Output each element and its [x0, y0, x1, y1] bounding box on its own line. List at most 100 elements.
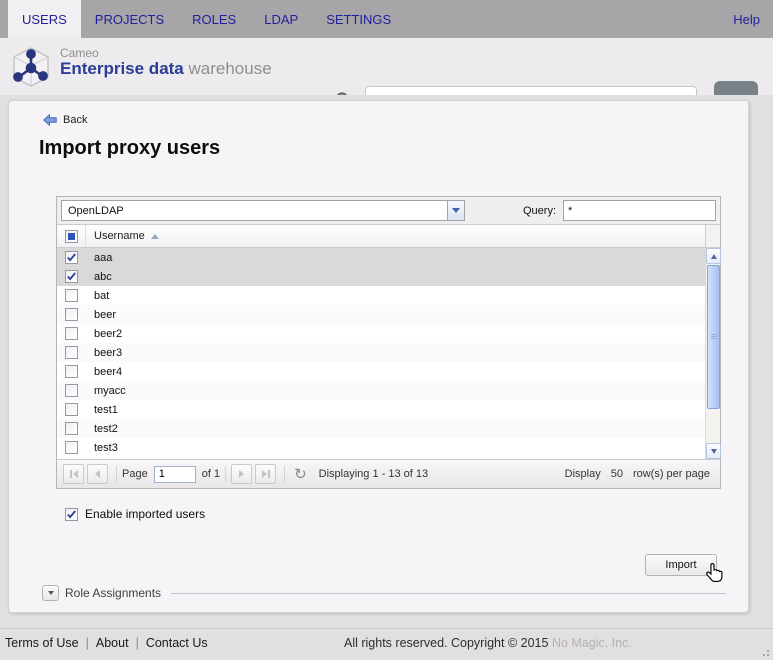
row-checkbox-cell: [57, 438, 86, 457]
sort-ascending-icon: [150, 233, 159, 239]
table-row[interactable]: beer2: [57, 324, 720, 343]
table-row[interactable]: test2: [57, 419, 720, 438]
first-page-button[interactable]: [63, 464, 84, 484]
refresh-icon[interactable]: ↻: [294, 467, 307, 482]
last-page-button[interactable]: [255, 464, 277, 484]
vertical-scrollbar[interactable]: [705, 248, 721, 459]
enable-imported-label: Enable imported users: [85, 507, 206, 521]
page-title: Import proxy users: [39, 137, 221, 159]
pager-separator: [116, 466, 117, 482]
grid-body: aaa abc bat beer beer2 beer3 beer4 myacc test1 te…: [57, 248, 721, 459]
page-size-value[interactable]: 50: [611, 468, 623, 480]
table-row[interactable]: beer4: [57, 362, 720, 381]
page-size-control: Display 50 row(s) per page: [565, 468, 714, 480]
scrollbar-up-button[interactable]: [706, 248, 721, 264]
ldap-server-select[interactable]: OpenLDAP: [61, 200, 465, 221]
partial-check-icon: [67, 232, 75, 240]
row-checkbox-cell: [57, 324, 86, 343]
table-row[interactable]: aaa: [57, 248, 720, 267]
row-checkbox[interactable]: [65, 308, 78, 321]
nav-tab-users[interactable]: USERS: [8, 0, 81, 38]
section-divider-line: [171, 592, 726, 594]
select-all-checkbox[interactable]: [64, 229, 78, 243]
back-label: Back: [63, 114, 88, 126]
previous-page-button[interactable]: [87, 464, 108, 484]
query-input[interactable]: [563, 200, 716, 221]
resize-grip-icon: [767, 654, 769, 656]
app-header: Cameo Enterprise data warehouse: [0, 38, 773, 125]
row-checkbox[interactable]: [65, 289, 78, 302]
username-cell: myacc: [94, 384, 126, 397]
row-checkbox[interactable]: [65, 327, 78, 340]
page-number-input[interactable]: [153, 465, 196, 483]
select-dropdown-button[interactable]: [447, 201, 464, 220]
username-cell: test1: [94, 403, 118, 416]
footer-links: Terms of Use | About | Contact Us: [5, 636, 208, 650]
nav-tab-ldap[interactable]: LDAP: [250, 0, 312, 38]
row-checkbox[interactable]: [65, 251, 78, 264]
scrollbar-down-button[interactable]: [706, 443, 721, 459]
nav-tab-roles[interactable]: ROLES: [178, 0, 250, 38]
help-link[interactable]: Help: [720, 0, 773, 38]
row-checkbox-cell: [57, 381, 86, 400]
footer-link-contact-us[interactable]: Contact Us: [146, 636, 208, 650]
table-row[interactable]: test1: [57, 400, 720, 419]
table-row[interactable]: abc: [57, 267, 720, 286]
back-link[interactable]: Back: [43, 114, 87, 126]
row-checkbox[interactable]: [65, 403, 78, 416]
next-page-icon: [239, 470, 245, 478]
username-cell: beer: [94, 308, 117, 321]
check-icon: [67, 272, 76, 281]
table-row[interactable]: bat: [57, 286, 720, 305]
row-checkbox[interactable]: [65, 346, 78, 359]
copyright-label: All rights reserved. Copyright © 2015: [344, 636, 549, 650]
role-assignments-toggle-button[interactable]: [42, 585, 59, 601]
users-grid: OpenLDAP Query: Username aaa abc bat beer be…: [56, 196, 721, 489]
scroll-up-icon: [710, 253, 717, 259]
brand-line2-light: warehouse: [188, 59, 272, 79]
collapse-caret-icon: [47, 591, 54, 595]
grid-header-row: Username: [57, 225, 720, 248]
chevron-down-icon: [452, 208, 460, 213]
display-label: Display: [564, 468, 601, 480]
row-checkbox-cell: [57, 400, 86, 419]
select-all-cell: [57, 225, 86, 247]
role-assignments-label: Role Assignments: [65, 586, 162, 600]
page-label: Page: [122, 468, 148, 480]
table-row[interactable]: test3: [57, 438, 720, 457]
enable-imported-checkbox[interactable]: [65, 507, 78, 521]
main-area: Back Import proxy users OpenLDAP Query: …: [0, 95, 773, 628]
grid-toolbar: OpenLDAP Query:: [57, 197, 720, 225]
next-page-button[interactable]: [231, 464, 253, 484]
previous-page-icon: [95, 470, 100, 478]
app-logo-icon[interactable]: [8, 44, 54, 90]
footer-link-about[interactable]: About: [96, 636, 129, 650]
column-header-username[interactable]: Username: [86, 225, 705, 247]
username-column-label: Username: [94, 230, 145, 242]
table-row[interactable]: beer: [57, 305, 720, 324]
row-checkbox[interactable]: [65, 441, 78, 454]
displaying-status: Displaying 1 - 13 of 13: [318, 468, 429, 480]
username-cell: abc: [94, 270, 112, 283]
role-assignments-section: Role Assignments: [42, 585, 726, 601]
import-button[interactable]: Import: [645, 554, 717, 576]
row-checkbox[interactable]: [65, 365, 78, 378]
table-row[interactable]: myacc: [57, 381, 720, 400]
first-page-arrow-icon: [72, 470, 78, 478]
company-link[interactable]: No Magic, Inc.: [552, 636, 632, 650]
scrollbar-thumb[interactable]: [707, 265, 720, 409]
row-checkbox[interactable]: [65, 422, 78, 435]
enable-imported-users-option: Enable imported users: [65, 507, 205, 521]
nav-tab-settings[interactable]: SETTINGS: [312, 0, 405, 38]
row-checkbox[interactable]: [65, 270, 78, 283]
nav-tab-projects[interactable]: PROJECTS: [81, 0, 178, 38]
row-checkbox[interactable]: [65, 384, 78, 397]
pager-separator: [284, 466, 286, 482]
per-page-label: row(s) per page: [632, 468, 710, 480]
last-page-arrow-icon: [261, 470, 267, 478]
back-arrow-icon: [43, 114, 57, 126]
header-spacer: [705, 225, 720, 247]
footer-link-terms-of-use[interactable]: Terms of Use: [5, 636, 79, 650]
query-label: Query:: [522, 204, 556, 217]
table-row[interactable]: beer3: [57, 343, 720, 362]
